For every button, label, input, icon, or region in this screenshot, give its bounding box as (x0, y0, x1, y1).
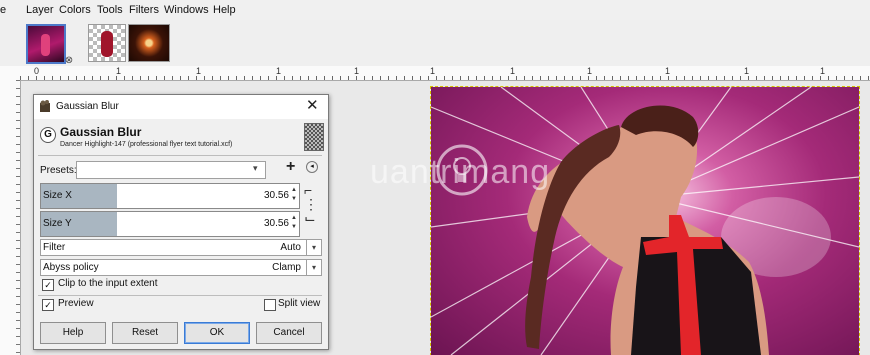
ruler-label: 1 (820, 66, 826, 76)
ruler-label: 0 (34, 66, 40, 76)
cancel-button[interactable]: Cancel (256, 322, 322, 344)
reset-button[interactable]: Reset (112, 322, 178, 344)
divider (38, 295, 322, 296)
preview-label: Preview (58, 298, 94, 309)
size-x-label: Size X (43, 190, 72, 201)
clip-checkbox[interactable]: ✓ (42, 279, 54, 291)
size-x-spinscale[interactable]: Size X 30.56 ▲ ▼ (40, 183, 300, 209)
watermark-text: uantrimang (370, 153, 551, 191)
menu-windows[interactable]: Windows (164, 4, 209, 16)
size-x-stepper-icon[interactable]: ▲ ▼ (291, 186, 298, 206)
chain-link-icon[interactable]: ⌐ ⋮ ⌙ (304, 183, 318, 231)
ruler-label: 1 (587, 66, 593, 76)
presets-label: Presets: (40, 165, 77, 176)
filter-dropdown[interactable]: Filter Auto ▾ (40, 239, 322, 256)
abyss-policy-dropdown[interactable]: Abyss policy Clamp ▾ (40, 259, 322, 276)
ruler-label: 1 (665, 66, 671, 76)
ruler-label: 1 (510, 66, 516, 76)
chevron-down-icon: ▾ (253, 163, 258, 173)
ruler-label: 1 (744, 66, 750, 76)
size-y-stepper-icon[interactable]: ▲ ▼ (291, 214, 298, 234)
filter-header-title: Gaussian Blur (60, 125, 142, 139)
abyss-policy-label: Abyss policy (43, 262, 99, 273)
vertical-ruler[interactable] (0, 80, 21, 355)
menu-image[interactable]: e (0, 4, 6, 16)
image-tab-thumbnail-active[interactable] (26, 24, 66, 64)
menu-help[interactable]: Help (213, 4, 236, 16)
filter-label: Filter (43, 242, 66, 253)
menu-colors[interactable]: Colors (59, 4, 91, 16)
image-tab-thumbnail[interactable] (128, 24, 170, 62)
split-view-label: Split view (278, 298, 321, 309)
dialog-title: Gaussian Blur (56, 101, 119, 112)
size-y-label: Size Y (43, 218, 72, 229)
close-icon[interactable]: ✕ (306, 98, 319, 113)
ruler-label: 1 (116, 66, 122, 76)
ruler-label: 1 (196, 66, 202, 76)
filter-value: Auto (280, 242, 301, 253)
gimp-wilber-icon (40, 100, 50, 112)
split-view-checkbox[interactable] (264, 299, 276, 311)
canvas-artwork (431, 87, 859, 355)
clip-label: Clip to the input extent (58, 278, 158, 289)
tab-close-icon[interactable]: ⊗ (64, 56, 74, 66)
ruler-corner[interactable] (0, 66, 21, 81)
menu-layer[interactable]: Layer (26, 4, 54, 16)
gegl-operation-icon: G (40, 127, 56, 143)
layer-preview-thumbnail (304, 123, 324, 151)
size-y-value: 30.56 (263, 218, 289, 229)
dialog-titlebar[interactable]: Gaussian Blur ✕ (34, 95, 328, 119)
help-button[interactable]: Help (40, 322, 106, 344)
menu-filters[interactable]: Filters (129, 4, 159, 16)
gaussian-blur-dialog: Gaussian Blur ✕ G Gaussian Blur Dancer H… (33, 94, 329, 350)
presets-menu-icon[interactable]: ◂ (306, 161, 318, 173)
divider (38, 155, 322, 156)
ruler-label: 1 (276, 66, 282, 76)
filter-header-subtitle: Dancer Highlight-147 (professional flyer… (60, 141, 233, 148)
abyss-policy-value: Clamp (272, 262, 301, 273)
chevron-down-icon: ▾ (306, 240, 321, 255)
menu-tools[interactable]: Tools (97, 4, 123, 16)
chevron-down-icon: ▾ (306, 260, 321, 275)
horizontal-ruler[interactable]: 0 1 1 1 1 1 1 1 1 1 1 (20, 66, 870, 81)
image-canvas[interactable] (430, 86, 860, 355)
image-tabs-bar: ⊗ (0, 20, 870, 67)
ruler-label: 1 (430, 66, 436, 76)
size-y-spinscale[interactable]: Size Y 30.56 ▲ ▼ (40, 211, 300, 237)
add-preset-icon[interactable]: + (286, 158, 295, 176)
image-tab-thumbnail[interactable] (88, 24, 126, 62)
size-x-value: 30.56 (263, 190, 289, 201)
presets-dropdown[interactable]: ▾ (76, 161, 266, 179)
ruler-label: 1 (354, 66, 360, 76)
menu-bar: e Layer Colors Tools Filters Windows Hel… (0, 0, 870, 20)
ok-button[interactable]: OK (184, 322, 250, 344)
preview-checkbox[interactable]: ✓ (42, 299, 54, 311)
